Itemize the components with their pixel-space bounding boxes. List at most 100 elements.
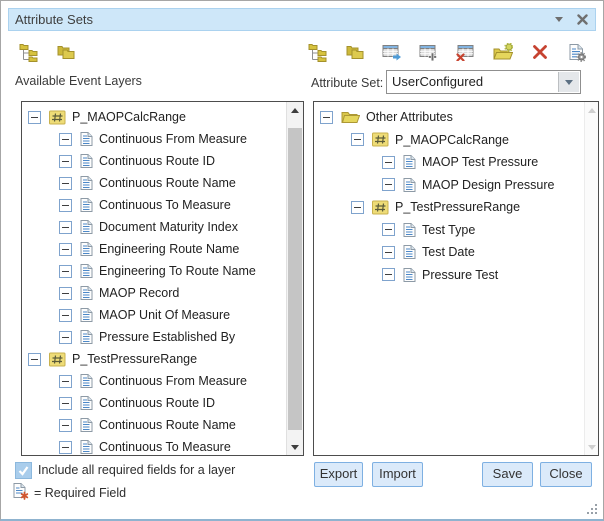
attribute-set-panel: Other AttributesP_MAOPCalcRangeMAOP Test… (313, 101, 599, 456)
scroll-up-icon[interactable] (585, 102, 598, 118)
collapse-expander-icon[interactable] (382, 156, 395, 169)
scroll-down-icon[interactable] (287, 439, 303, 455)
tree-item-label: Test Date (422, 245, 475, 259)
collapse-expander-icon[interactable] (59, 287, 72, 300)
expand-all-button[interactable] (308, 42, 328, 62)
tree-item[interactable]: MAOP Record (22, 282, 286, 304)
dropdown-arrow-button[interactable] (558, 72, 579, 92)
tree-item[interactable]: Continuous From Measure (22, 128, 286, 150)
collapse-expander-icon[interactable] (59, 419, 72, 432)
collapse-expander-icon[interactable] (59, 265, 72, 278)
new-attribute-set-button[interactable] (493, 42, 513, 62)
tree-item[interactable]: Continuous To Measure (22, 194, 286, 216)
collapse-expander-icon[interactable] (59, 155, 72, 168)
export-table-button[interactable] (382, 42, 402, 62)
collapse-expander-icon[interactable] (59, 177, 72, 190)
collapse-expander-icon[interactable] (59, 309, 72, 322)
expand-all-button[interactable] (19, 42, 39, 62)
tree-item-label: Continuous Route ID (99, 154, 215, 168)
attribute-set-tree: Other AttributesP_MAOPCalcRangeMAOP Test… (314, 102, 581, 455)
tree-item[interactable]: Pressure Test (314, 264, 581, 287)
close-icon[interactable] (577, 14, 588, 25)
export-button[interactable]: Export (314, 462, 363, 487)
tree-item[interactable]: Engineering Route Name (22, 238, 286, 260)
right-panel-scrollbar[interactable] (584, 102, 598, 455)
collapse-expander-icon[interactable] (59, 375, 72, 388)
tree-item[interactable]: P_MAOPCalcRange (22, 106, 286, 128)
tree-item[interactable]: P_TestPressureRange (314, 196, 581, 219)
tree-item[interactable]: P_MAOPCalcRange (314, 129, 581, 152)
tree-item[interactable]: P_TestPressureRange (22, 348, 286, 370)
toolbar (19, 41, 587, 63)
tree-item[interactable]: Continuous From Measure (22, 370, 286, 392)
save-button[interactable]: Save (482, 462, 533, 487)
tree-item-label: Test Type (422, 223, 475, 237)
field-icon (80, 153, 93, 169)
scrollbar-thumb[interactable] (288, 128, 302, 430)
collapse-expander-icon[interactable] (351, 133, 364, 146)
collapse-dialog-icon[interactable] (555, 17, 563, 22)
add-table-button[interactable] (419, 42, 439, 62)
collapse-expander-icon[interactable] (382, 223, 395, 236)
tree-item-label: Continuous Route ID (99, 396, 215, 410)
tree-item[interactable]: Pressure Established By (22, 326, 286, 348)
required-field-legend-label: = Required Field (34, 486, 126, 500)
delete-icon (532, 44, 548, 60)
tree-item-label: Continuous To Measure (99, 198, 231, 212)
remove-table-button[interactable] (456, 42, 476, 62)
tree-item-label: Pressure Test (422, 268, 498, 282)
attribute-set-label: Attribute Set: (311, 76, 383, 90)
collapse-expander-icon[interactable] (59, 441, 72, 454)
field-icon (80, 417, 93, 433)
collapse-expander-icon[interactable] (28, 353, 41, 366)
tree-item[interactable]: Test Date (314, 241, 581, 264)
event-layer-icon (372, 132, 389, 147)
tree-item[interactable]: MAOP Unit Of Measure (22, 304, 286, 326)
collapse-expander-icon[interactable] (382, 268, 395, 281)
include-required-fields-checkbox[interactable] (15, 462, 32, 479)
field-icon (80, 395, 93, 411)
tree-item[interactable]: MAOP Test Pressure (314, 151, 581, 174)
tree-item[interactable]: Continuous Route Name (22, 414, 286, 436)
tree-item[interactable]: Test Type (314, 219, 581, 242)
collapse-expander-icon[interactable] (59, 397, 72, 410)
left-panel-scrollbar[interactable] (286, 102, 303, 455)
collapse-expander-icon[interactable] (320, 111, 333, 124)
scroll-down-icon[interactable] (585, 439, 598, 455)
collapse-expander-icon[interactable] (59, 221, 72, 234)
field-icon (403, 222, 416, 238)
tree-item[interactable]: Continuous Route ID (22, 150, 286, 172)
expand-all-icon (308, 43, 328, 62)
configure-report-button[interactable] (567, 42, 587, 62)
collapse-expander-icon[interactable] (59, 199, 72, 212)
scroll-up-icon[interactable] (287, 102, 303, 118)
available-event-layers-heading: Available Event Layers (15, 74, 142, 88)
collapse-expander-icon[interactable] (351, 201, 364, 214)
collapse-expander-icon[interactable] (382, 246, 395, 259)
resize-grip[interactable] (587, 504, 598, 515)
collapse-all-button[interactable] (56, 42, 76, 62)
tree-item[interactable]: Engineering To Route Name (22, 260, 286, 282)
folder-icon (341, 110, 360, 124)
toolbar-right-group (308, 42, 587, 62)
tree-item[interactable]: Document Maturity Index (22, 216, 286, 238)
event-layer-icon (49, 110, 66, 125)
tree-item[interactable]: Continuous To Measure (22, 436, 286, 455)
tree-item-label: MAOP Unit Of Measure (99, 308, 230, 322)
collapse-expander-icon[interactable] (382, 178, 395, 191)
tree-item-label: P_TestPressureRange (395, 200, 520, 214)
collapse-expander-icon[interactable] (59, 331, 72, 344)
tree-item[interactable]: Other Attributes (314, 106, 581, 129)
tree-item[interactable]: MAOP Design Pressure (314, 174, 581, 197)
collapse-expander-icon[interactable] (59, 243, 72, 256)
close-button[interactable]: Close (540, 462, 592, 487)
collapse-all-button[interactable] (345, 42, 365, 62)
tree-item[interactable]: Continuous Route Name (22, 172, 286, 194)
delete-button[interactable] (530, 42, 550, 62)
tree-item[interactable]: Continuous Route ID (22, 392, 286, 414)
import-button[interactable]: Import (372, 462, 423, 487)
collapse-expander-icon[interactable] (28, 111, 41, 124)
attribute-set-dropdown[interactable]: UserConfigured (386, 70, 581, 94)
field-icon (80, 373, 93, 389)
collapse-expander-icon[interactable] (59, 133, 72, 146)
